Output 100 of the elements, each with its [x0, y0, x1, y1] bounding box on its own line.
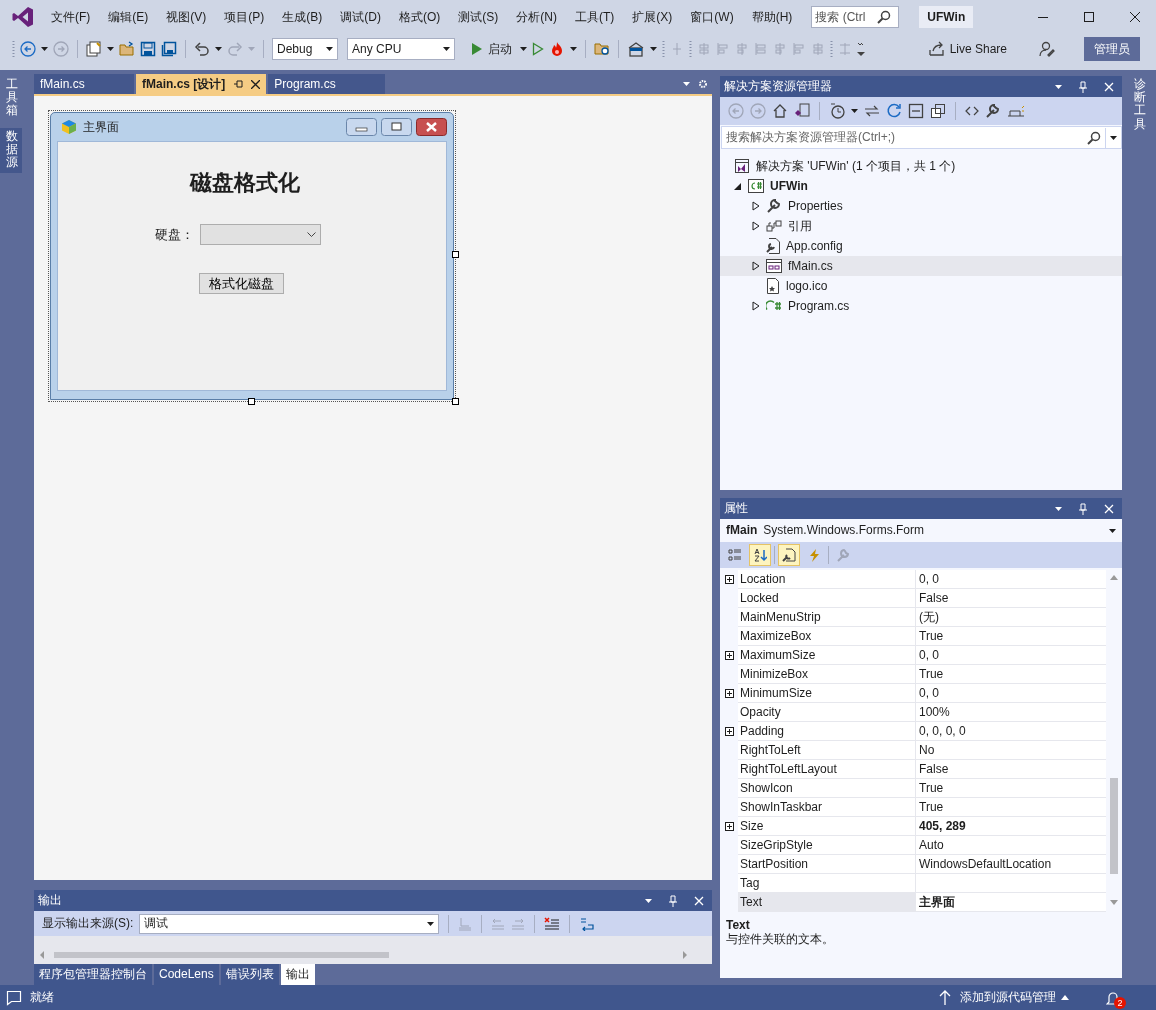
property-name[interactable]: StartPosition	[738, 855, 916, 874]
tree-item[interactable]: 解决方案 'UFWin' (1 个项目，共 1 个)	[720, 156, 1122, 176]
menu-item[interactable]: 编辑(E)	[99, 9, 158, 25]
property-value[interactable]: 0, 0, 0, 0	[916, 722, 1106, 741]
start-button[interactable]: 启动	[468, 41, 515, 57]
expand-icon[interactable]	[724, 575, 734, 584]
property-name[interactable]: Text	[738, 893, 916, 912]
start-without-debugging-icon[interactable]	[532, 42, 544, 56]
expand-arrow-icon[interactable]	[752, 201, 760, 211]
property-value[interactable]: No	[916, 741, 1106, 760]
property-name[interactable]: MaximizeBox	[738, 627, 916, 646]
clear-all-icon[interactable]	[544, 916, 561, 931]
menu-item[interactable]: 扩展(X)	[623, 9, 682, 25]
alphabetical-button[interactable]	[749, 544, 771, 566]
close-icon[interactable]	[1130, 12, 1140, 22]
caret-icon[interactable]	[443, 47, 450, 51]
expand-icon[interactable]	[724, 727, 734, 736]
property-value[interactable]: WindowsDefaultLocation	[916, 855, 1106, 874]
history-icon[interactable]	[829, 103, 845, 119]
property-name[interactable]: MinimizeBox	[738, 665, 916, 684]
configuration-dropdown[interactable]: Debug	[272, 38, 338, 60]
notification-bell-icon[interactable]	[1106, 989, 1120, 1006]
property-value[interactable]: True	[916, 779, 1106, 798]
search-field[interactable]: 搜索 (Ctrl	[811, 6, 900, 28]
property-value[interactable]: True	[916, 798, 1106, 817]
property-value[interactable]: True	[916, 627, 1106, 646]
live-share-button[interactable]: Live Share	[925, 41, 1010, 57]
caret-icon[interactable]	[570, 47, 577, 51]
property-name[interactable]: ShowInTaskbar	[738, 798, 916, 817]
caret-icon[interactable]	[1055, 506, 1062, 511]
document-tab[interactable]: fMain.cs [设计]	[136, 74, 267, 94]
menu-item[interactable]: 视图(V)	[157, 9, 216, 25]
menu-item[interactable]: 窗口(W)	[681, 9, 743, 25]
menu-item[interactable]: 调试(D)	[331, 9, 390, 25]
preview-icon[interactable]	[1007, 104, 1025, 118]
menu-item[interactable]: 项目(P)	[215, 9, 274, 25]
word-wrap-icon[interactable]	[579, 916, 596, 931]
property-value[interactable]: 0, 0	[916, 684, 1106, 703]
tool-window-tab[interactable]: 数据源	[0, 127, 22, 174]
property-value[interactable]: Auto	[916, 836, 1106, 855]
save-all-icon[interactable]	[161, 41, 177, 57]
property-name[interactable]: Padding	[738, 722, 916, 741]
search-field[interactable]: 搜索解决方案资源管理器(Ctrl+;)	[722, 130, 1087, 145]
folder-search-icon[interactable]	[594, 41, 610, 57]
maximize-icon[interactable]	[1084, 12, 1094, 22]
caret-icon[interactable]	[427, 921, 435, 926]
property-name[interactable]: MainMenuStrip	[738, 608, 916, 627]
tree-item[interactable]: 引用	[720, 216, 1122, 236]
window-layout-icon[interactable]	[627, 41, 645, 57]
expand-arrow-icon[interactable]	[752, 261, 760, 271]
code-icon[interactable]	[965, 106, 979, 116]
menu-item[interactable]: 工具(T)	[566, 9, 624, 25]
caret-icon[interactable]	[107, 47, 114, 51]
save-icon[interactable]	[140, 41, 156, 57]
caret-icon[interactable]	[41, 47, 48, 51]
property-value[interactable]: False	[916, 760, 1106, 779]
property-value[interactable]: 主界面	[916, 893, 1106, 912]
document-tab[interactable]: Program.cs	[268, 74, 386, 94]
undo-icon[interactable]	[194, 41, 210, 57]
search-icon[interactable]	[1087, 130, 1101, 145]
property-name[interactable]: RightToLeft	[738, 741, 916, 760]
sync-icon[interactable]	[864, 103, 880, 119]
property-value[interactable]: (无)	[916, 608, 1106, 627]
expand-arrow-icon[interactable]	[752, 221, 760, 231]
tool-window-tab[interactable]: 诊断工具	[1130, 76, 1152, 135]
close-icon[interactable]	[251, 79, 261, 89]
format-disk-button[interactable]: 格式化磁盘	[199, 273, 284, 295]
solution-search-box[interactable]: 搜索解决方案资源管理器(Ctrl+;)	[721, 126, 1122, 149]
platform-dropdown[interactable]: Any CPU	[347, 38, 455, 60]
document-tab[interactable]: fMain.cs	[34, 74, 134, 94]
new-project-icon[interactable]	[86, 41, 102, 57]
property-name[interactable]: RightToLeftLayout	[738, 760, 916, 779]
expand-icon[interactable]	[724, 651, 734, 660]
search-icon[interactable]	[877, 10, 892, 24]
wrench-icon[interactable]	[985, 103, 1001, 119]
open-folder-icon[interactable]	[119, 41, 135, 57]
caret-icon[interactable]	[650, 47, 657, 51]
menu-item[interactable]: 分析(N)	[507, 9, 566, 25]
property-value[interactable]: 100%	[916, 703, 1106, 722]
menu-item[interactable]: 帮助(H)	[742, 9, 802, 25]
resize-handle[interactable]	[452, 251, 459, 258]
property-value[interactable]: 0, 0	[916, 646, 1106, 665]
output-tab[interactable]: 输出	[280, 964, 315, 985]
property-name[interactable]: ShowIcon	[738, 779, 916, 798]
copy-icon[interactable]	[930, 103, 946, 119]
collapse-arrow-icon[interactable]	[734, 181, 742, 191]
overflow-icon[interactable]	[857, 41, 865, 57]
property-name[interactable]: Size	[738, 817, 916, 836]
caret-icon[interactable]	[215, 47, 222, 51]
expand-arrow-icon[interactable]	[752, 301, 760, 311]
property-value[interactable]: 405, 289	[916, 817, 1106, 836]
menu-item[interactable]: 文件(F)	[42, 9, 100, 25]
property-value[interactable]: False	[916, 589, 1106, 608]
account-button[interactable]: 管理员	[1084, 37, 1140, 61]
property-name[interactable]: SizeGripStyle	[738, 836, 916, 855]
gear-icon[interactable]	[698, 79, 708, 89]
caret-icon[interactable]	[645, 898, 652, 903]
caret-icon[interactable]	[1055, 84, 1062, 89]
property-name[interactable]: Tag	[738, 874, 916, 893]
tree-item[interactable]: App.config	[720, 236, 1122, 256]
